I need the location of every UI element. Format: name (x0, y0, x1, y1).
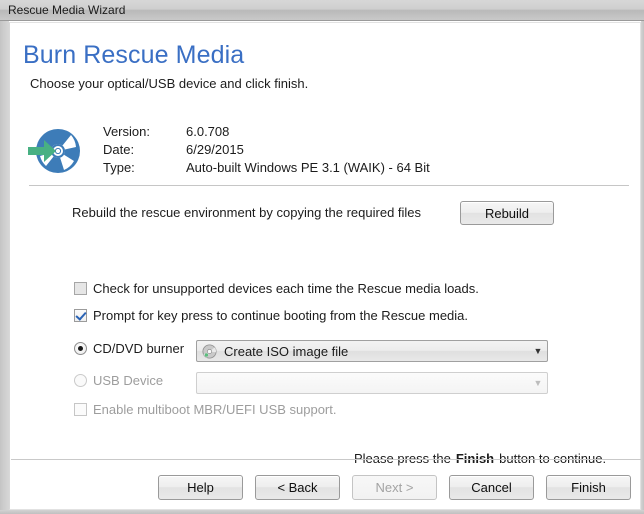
usb-device-radio[interactable] (74, 374, 87, 387)
cddvd-burner-radio-row[interactable]: CD/DVD burner (74, 341, 184, 356)
footer-divider (11, 459, 641, 460)
chevron-down-icon-usb: ▼ (533, 377, 543, 388)
prompt-key-press-checkbox[interactable] (74, 309, 87, 322)
check-unsupported-devices-row[interactable]: Check for unsupported devices each time … (74, 281, 479, 296)
cddvd-device-dropdown[interactable]: Create ISO image file ▼ (196, 340, 548, 362)
check-unsupported-devices-checkbox[interactable] (74, 282, 87, 295)
info-label-type: Type: (103, 160, 135, 175)
next-button: Next > (352, 475, 437, 500)
media-info-row: Date: 6/29/2015 (103, 142, 430, 160)
info-value-type: Auto-built Windows PE 3.1 (WAIK) - 64 Bi… (186, 160, 430, 175)
media-info-row: Version: 6.0.708 (103, 124, 430, 142)
check-unsupported-devices-label: Check for unsupported devices each time … (93, 281, 479, 296)
info-value-date: 6/29/2015 (186, 142, 244, 157)
page-title: Burn Rescue Media (23, 41, 245, 69)
enable-multiboot-label: Enable multiboot MBR/UEFI USB support. (93, 402, 337, 417)
window-title: Rescue Media Wizard (8, 3, 126, 17)
cancel-button[interactable]: Cancel (449, 475, 534, 500)
enable-multiboot-row: Enable multiboot MBR/UEFI USB support. (74, 402, 337, 417)
window-left-border (0, 21, 9, 514)
enable-multiboot-checkbox (74, 403, 87, 416)
cddvd-device-value: Create ISO image file (224, 343, 349, 359)
rescue-media-wizard-window: Rescue Media Wizard Burn Rescue Media Ch… (0, 0, 644, 514)
rebuild-button[interactable]: Rebuild (460, 201, 554, 225)
media-info-table: Version: 6.0.708 Date: 6/29/2015 Type: A… (103, 124, 430, 178)
section-divider-top (29, 185, 629, 186)
cddvd-burner-radio[interactable] (74, 342, 87, 355)
finish-button[interactable]: Finish (546, 475, 631, 500)
cddvd-burner-label: CD/DVD burner (93, 341, 185, 356)
back-button[interactable]: < Back (255, 475, 340, 500)
page-subtitle: Choose your optical/USB device and click… (30, 76, 309, 91)
wizard-page: Burn Rescue Media Choose your optical/US… (9, 22, 641, 510)
chevron-down-icon[interactable]: ▼ (529, 346, 547, 356)
info-value-version: 6.0.708 (186, 124, 230, 139)
info-label-date: Date: (103, 142, 135, 157)
usb-device-label: USB Device (93, 373, 164, 388)
usb-device-dropdown: ▼ (196, 372, 548, 394)
rebuild-description: Rebuild the rescue environment by copyin… (72, 205, 422, 220)
prompt-key-press-row[interactable]: Prompt for key press to continue booting… (74, 308, 468, 323)
cd-disc-import-icon (24, 123, 82, 179)
prompt-key-press-label: Prompt for key press to continue booting… (93, 308, 469, 323)
window-bottom-border (0, 510, 644, 514)
window-titlebar[interactable]: Rescue Media Wizard (0, 0, 644, 21)
help-button[interactable]: Help (158, 475, 243, 500)
optical-disc-icon (202, 344, 217, 359)
media-info-row: Type: Auto-built Windows PE 3.1 (WAIK) -… (103, 160, 430, 178)
info-label-version: Version: (103, 124, 150, 139)
usb-device-radio-row[interactable]: USB Device (74, 373, 163, 388)
